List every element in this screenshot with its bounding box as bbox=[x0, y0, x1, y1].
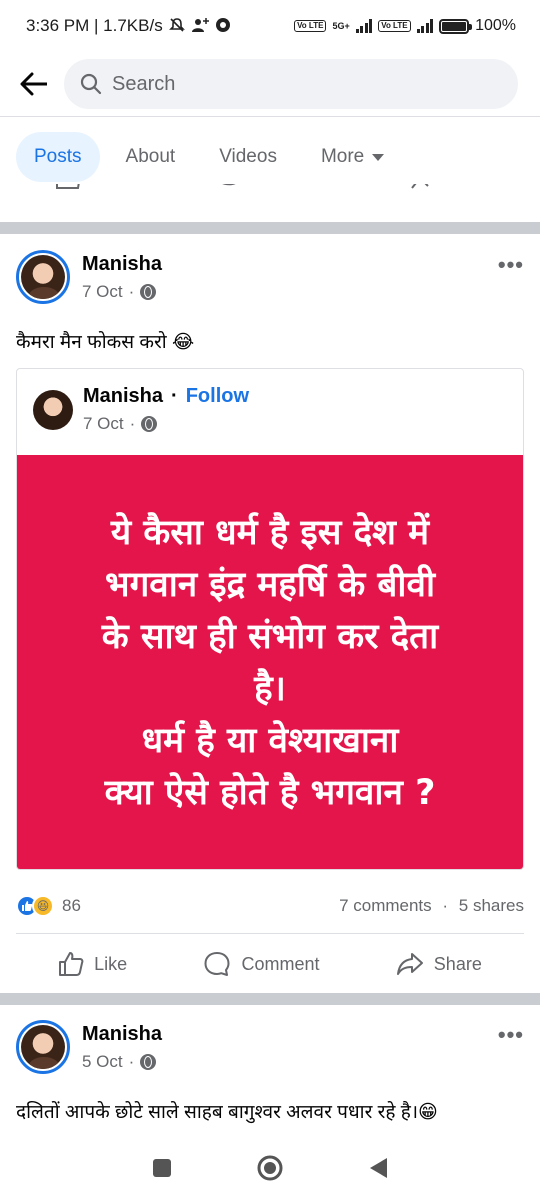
home-button[interactable] bbox=[256, 1154, 284, 1182]
shared-post-header: Manisha · Follow 7 Oct · bbox=[33, 385, 249, 434]
meta-separator: · bbox=[129, 414, 136, 433]
divider bbox=[16, 933, 524, 934]
post-action-bar: Like Comment Share bbox=[0, 940, 540, 988]
shared-post-meta: 7 Oct · bbox=[83, 414, 249, 434]
post-meta: 5 Oct · bbox=[82, 1052, 162, 1072]
comments-count[interactable]: 7 comments bbox=[339, 896, 432, 915]
avatar[interactable] bbox=[16, 250, 70, 304]
battery-icon bbox=[439, 18, 473, 34]
recents-button[interactable] bbox=[151, 1157, 173, 1179]
share-icon bbox=[411, 184, 429, 189]
chrome-icon bbox=[215, 17, 231, 36]
comment-button[interactable]: Comment bbox=[203, 950, 320, 978]
like-button[interactable]: Like bbox=[58, 951, 127, 977]
search-placeholder: Search bbox=[112, 72, 176, 95]
avatar-image bbox=[21, 255, 65, 299]
count-separator: · bbox=[442, 896, 449, 915]
profile-tabs: Posts About Videos More bbox=[16, 132, 402, 182]
signal-strength-icon bbox=[355, 19, 373, 33]
author-name[interactable]: Manisha bbox=[82, 253, 162, 276]
status-right: Vo LTE 5G+ Vo LTE 100% bbox=[294, 17, 516, 35]
post-caption: कैमरा मैन फोकस करो 😂 bbox=[16, 332, 195, 353]
comment-icon bbox=[222, 184, 236, 186]
post-date[interactable]: 5 Oct bbox=[82, 1052, 123, 1072]
battery-percent: 100% bbox=[475, 17, 516, 34]
post-separator bbox=[0, 993, 540, 1005]
signal-strength-icon-2 bbox=[416, 19, 434, 33]
share-label: Share bbox=[433, 953, 482, 974]
avatar[interactable] bbox=[16, 1020, 70, 1074]
avatar[interactable] bbox=[33, 389, 73, 430]
share-icon bbox=[396, 953, 423, 975]
like-icon bbox=[59, 952, 84, 976]
tab-more-label: More bbox=[320, 146, 365, 167]
comment-icon bbox=[204, 952, 230, 976]
shared-post-image[interactable]: ये कैसा धर्म है इस देश में भगवान इंद्र म… bbox=[17, 455, 523, 869]
post-header: Manisha 5 Oct · bbox=[16, 1020, 162, 1074]
more-options-button[interactable]: ••• bbox=[498, 252, 524, 278]
post-meta: 7 Oct · bbox=[82, 282, 162, 302]
avatar-image bbox=[21, 1025, 65, 1069]
back-nav-button[interactable] bbox=[367, 1156, 389, 1180]
globe-icon bbox=[141, 416, 158, 432]
tab-about[interactable]: About bbox=[108, 132, 194, 182]
haha-reaction-icon: 😆 bbox=[32, 895, 54, 917]
shared-author-row: Manisha · Follow bbox=[83, 385, 249, 408]
tab-videos[interactable]: Videos bbox=[201, 132, 295, 182]
post-separator bbox=[0, 222, 540, 234]
status-left: 3:36 PM | 1.7KB/s bbox=[26, 16, 231, 36]
back-button[interactable] bbox=[14, 64, 54, 104]
battery-fill bbox=[442, 21, 467, 31]
like-icon bbox=[56, 184, 80, 189]
engagement-bar: 😆 86 7 comments · 5 shares bbox=[16, 888, 524, 924]
network-type-label: 5G+ bbox=[332, 21, 350, 31]
more-options-button[interactable]: ••• bbox=[498, 1022, 524, 1048]
meta-separator: · bbox=[128, 1051, 135, 1071]
reaction-summary[interactable]: 😆 86 bbox=[16, 895, 81, 917]
author-block: Manisha 7 Oct · bbox=[82, 253, 162, 302]
caret-down-icon bbox=[372, 153, 385, 161]
meta-separator: · bbox=[128, 281, 135, 301]
shared-post-card[interactable]: Manisha · Follow 7 Oct · ये कैसा धर्म है… bbox=[16, 368, 524, 870]
globe-icon bbox=[140, 1053, 157, 1070]
system-nav-bar bbox=[0, 1140, 540, 1196]
tab-posts[interactable]: Posts bbox=[16, 132, 100, 182]
shared-image-text: ये कैसा धर्म है इस देश में भगवान इंद्र म… bbox=[101, 513, 439, 813]
header-divider bbox=[0, 116, 540, 117]
dot-separator: · bbox=[171, 385, 178, 407]
volte-icon: Vo LTE bbox=[294, 20, 327, 32]
post-header: Manisha 7 Oct · bbox=[16, 250, 162, 304]
add-person-icon bbox=[191, 17, 209, 36]
post-date[interactable]: 7 Oct bbox=[82, 282, 123, 302]
comment-share-counts: 7 comments · 5 shares bbox=[339, 896, 524, 916]
shared-author-block: Manisha · Follow 7 Oct · bbox=[83, 385, 249, 434]
share-button[interactable]: Share bbox=[396, 951, 482, 977]
back-arrow-icon bbox=[20, 72, 47, 96]
author-name[interactable]: Manisha bbox=[82, 1023, 162, 1046]
comment-label: Comment bbox=[241, 953, 320, 974]
status-time: 3:36 PM | 1.7KB/s bbox=[26, 16, 163, 35]
mute-notification-icon bbox=[168, 17, 185, 36]
like-label: Like bbox=[94, 953, 128, 974]
volte-icon-2: Vo LTE bbox=[378, 20, 411, 32]
author-block: Manisha 5 Oct · bbox=[82, 1023, 162, 1072]
search-icon bbox=[80, 73, 102, 95]
shared-post-date[interactable]: 7 Oct bbox=[83, 414, 124, 434]
shares-count[interactable]: 5 shares bbox=[459, 896, 524, 915]
tab-more[interactable]: More bbox=[303, 132, 402, 182]
previous-post-actions bbox=[0, 184, 540, 222]
status-bar: 3:36 PM | 1.7KB/s Vo LTE 5G+ Vo LTE 100% bbox=[0, 0, 540, 52]
reaction-count: 86 bbox=[62, 896, 81, 915]
follow-button[interactable]: Follow bbox=[186, 385, 249, 408]
post-caption: दलितों आपके छोटे साले साहब बागुश्वर अलवर… bbox=[16, 1102, 438, 1123]
shared-author-name[interactable]: Manisha bbox=[83, 385, 163, 408]
search-header: Search bbox=[0, 52, 540, 116]
search-input[interactable]: Search bbox=[64, 59, 518, 109]
globe-icon bbox=[140, 283, 157, 300]
